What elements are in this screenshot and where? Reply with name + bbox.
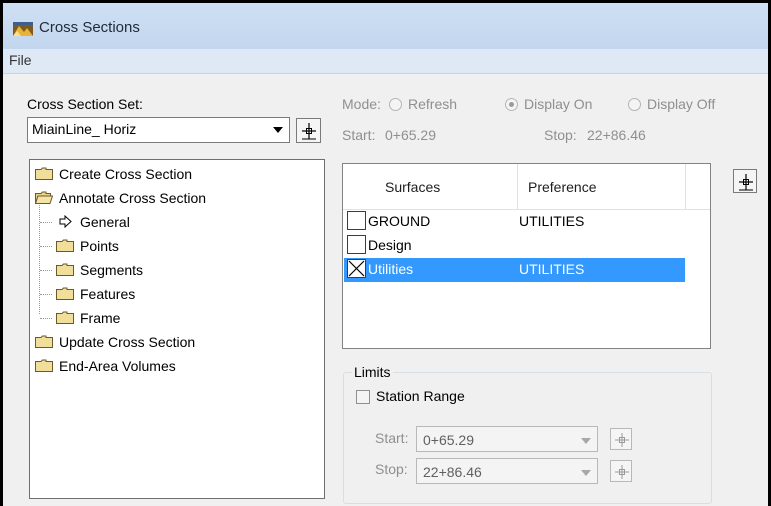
surface-preference: UTILITIES — [519, 213, 585, 229]
tree-item-label: General — [80, 214, 130, 230]
chevron-down-icon — [581, 470, 591, 476]
surface-checkbox[interactable] — [347, 211, 366, 230]
surface-row[interactable]: GROUND UTILITIES — [344, 210, 685, 234]
mode-label: Mode: — [342, 96, 381, 112]
tree-connector — [40, 222, 52, 223]
title-bar: Cross Sections — [3, 3, 768, 50]
surfaces-list-header: Surfaces Preference — [343, 164, 710, 210]
folder-closed-icon — [56, 263, 74, 276]
limits-title: Limits — [352, 364, 393, 380]
x-mark-icon — [348, 260, 365, 277]
tree-item-label: Frame — [80, 310, 121, 326]
target-crosshair-icon — [615, 433, 629, 447]
column-header-surfaces[interactable]: Surfaces — [385, 179, 440, 195]
target-crosshair-icon — [739, 174, 753, 191]
cross-section-set-value: MiainLine_ Horiz — [32, 121, 137, 137]
arrow-right-icon — [59, 215, 72, 228]
mode-display-off-radio[interactable] — [628, 98, 641, 111]
pick-set-button[interactable] — [296, 118, 321, 143]
cross-section-app-icon — [13, 22, 33, 36]
station-range-checkbox[interactable] — [356, 390, 370, 404]
limits-stop-value: 22+86.46 — [423, 464, 482, 480]
target-crosshair-icon — [302, 123, 316, 140]
surface-name: Design — [368, 237, 412, 253]
surface-checkbox[interactable] — [347, 235, 366, 254]
mode-start-value: 0+65.29 — [385, 127, 436, 143]
tree-connector — [40, 318, 52, 319]
chevron-down-icon — [581, 438, 591, 444]
tree-connector — [40, 270, 52, 271]
surface-preference: UTILITIES — [519, 261, 585, 277]
tree-connector — [40, 246, 52, 247]
tree-item-label: Features — [80, 286, 136, 302]
folder-closed-icon — [35, 359, 53, 372]
mode-stop-label: Stop: — [544, 127, 577, 143]
folder-closed-icon — [56, 239, 74, 252]
window-title: Cross Sections — [39, 19, 140, 36]
tree-item-label: Create Cross Section — [59, 166, 193, 182]
folder-open-icon — [35, 191, 53, 204]
target-crosshair-icon — [615, 465, 629, 479]
tree-item-label: End-Area Volumes — [59, 358, 176, 374]
surface-row[interactable]: Design — [344, 234, 685, 258]
tree-item-label: Points — [80, 238, 119, 254]
surface-name: Utilities — [368, 261, 414, 277]
pick-surface-button[interactable] — [733, 169, 757, 193]
surface-name: GROUND — [368, 213, 431, 229]
tree-item-label: Update Cross Section — [59, 334, 196, 350]
tree-connector — [40, 294, 52, 295]
mode-stop-value: 22+86.46 — [587, 127, 646, 143]
mode-display-on-label: Display On — [524, 96, 593, 112]
limits-start-value: 0+65.29 — [423, 432, 474, 448]
chevron-down-icon — [273, 127, 283, 133]
surface-row-selected[interactable]: Utilities UTILITIES — [344, 258, 685, 282]
limits-start-label: Start: — [375, 430, 409, 446]
cross-sections-window: Cross Sections File Cross Section Set: M… — [0, 0, 768, 506]
limits-start-dropdown[interactable]: 0+65.29 — [416, 426, 598, 452]
pick-stop-button[interactable] — [610, 460, 632, 482]
limits-stop-dropdown[interactable]: 22+86.46 — [416, 458, 598, 484]
mode-start-label: Start: — [342, 127, 376, 143]
column-separator — [685, 164, 686, 209]
folder-closed-icon — [56, 311, 74, 324]
pick-start-button[interactable] — [610, 428, 632, 450]
mode-display-on-radio[interactable] — [505, 98, 518, 111]
cross-section-set-dropdown[interactable]: MiainLine_ Horiz — [27, 117, 290, 143]
mode-refresh-radio[interactable] — [389, 98, 402, 111]
menu-bar: File — [3, 49, 768, 74]
annotation-tree[interactable]: Create Cross Section Annotate Cross Sect… — [29, 159, 325, 499]
surfaces-list[interactable]: Surfaces Preference GROUND UTILITIES Des… — [342, 163, 711, 349]
tree-item-label: Segments — [80, 262, 144, 278]
column-header-preference[interactable]: Preference — [528, 179, 596, 195]
folder-closed-icon — [56, 287, 74, 300]
station-range-label: Station Range — [376, 388, 465, 404]
menu-file[interactable]: File — [9, 52, 32, 68]
surface-checkbox-checked[interactable] — [347, 259, 366, 278]
column-separator — [517, 164, 518, 209]
cross-section-set-label: Cross Section Set: — [27, 96, 143, 112]
folder-closed-icon — [35, 335, 53, 348]
limits-stop-label: Stop: — [375, 461, 408, 477]
tree-connector — [39, 200, 40, 314]
tree-item-label: Annotate Cross Section — [59, 190, 207, 206]
folder-closed-icon — [35, 167, 53, 180]
mode-refresh-label: Refresh — [408, 96, 458, 112]
mode-display-off-label: Display Off — [647, 96, 716, 112]
